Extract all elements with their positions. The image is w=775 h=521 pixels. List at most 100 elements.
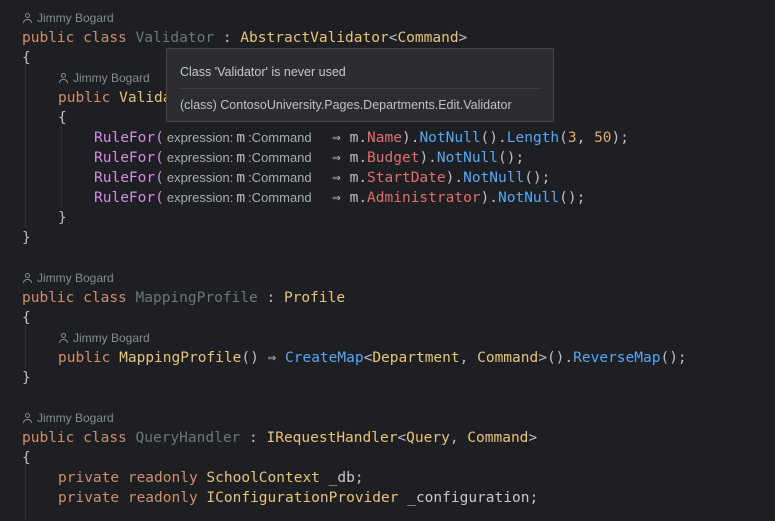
number: 3: [567, 130, 577, 146]
property[interactable]: StartDate: [367, 170, 446, 186]
code-editor[interactable]: Jimmy Bogard public class Validator : Ab…: [0, 0, 775, 521]
keyword: public: [22, 290, 75, 306]
codelens-author-name: Jimmy Bogard: [37, 11, 114, 25]
codelens-author[interactable]: Jimmy Bogard: [59, 329, 150, 347]
class-name-query-handler[interactable]: QueryHandler: [136, 430, 241, 446]
keyword: private: [58, 490, 120, 506]
keyword: public: [58, 350, 111, 366]
punct: ;: [354, 470, 364, 486]
method-call[interactable]: RuleFor(: [94, 150, 164, 166]
code-line: {: [22, 308, 31, 328]
method-call[interactable]: RuleFor(: [94, 190, 164, 206]
colon: :: [222, 30, 232, 46]
person-icon: [59, 73, 68, 83]
method[interactable]: NotNull: [437, 150, 498, 166]
keyword: private: [58, 470, 120, 486]
field-name[interactable]: _db: [329, 470, 355, 486]
type-ref[interactable]: Department: [372, 350, 459, 366]
punct: .: [358, 130, 368, 146]
codelens-author[interactable]: Jimmy Bogard: [23, 9, 114, 27]
brace: {: [22, 450, 31, 466]
brace: {: [22, 50, 31, 66]
type-ref[interactable]: Command: [397, 30, 458, 46]
lambda-arrow: ⇒: [267, 350, 277, 366]
punct: ).: [480, 190, 499, 206]
punct: (): [241, 350, 259, 366]
lambda-arrow: ⇒: [332, 130, 341, 146]
param: m: [236, 130, 246, 146]
method[interactable]: Length: [507, 130, 559, 146]
base-type[interactable]: IRequestHandler: [266, 430, 397, 446]
method[interactable]: CreateMap: [285, 350, 364, 366]
punct: ,: [449, 430, 468, 446]
person-icon: [59, 333, 68, 343]
code-line: public Valida: [58, 88, 172, 108]
codelens-author[interactable]: Jimmy Bogard: [59, 69, 150, 87]
inlay-hint-type: :Command: [248, 130, 312, 145]
keyword: class: [83, 290, 127, 306]
punct: >: [458, 30, 468, 46]
method[interactable]: NotNull: [498, 190, 559, 206]
type-ref[interactable]: Command: [477, 350, 538, 366]
codelens-author[interactable]: Jimmy Bogard: [23, 269, 114, 287]
punct: ,: [459, 350, 478, 366]
punct: ).: [445, 170, 464, 186]
punct: .: [358, 190, 368, 206]
code-line-rule: RuleFor(expression: m:Command ⇒ m.Name).N…: [94, 128, 629, 148]
brace: }: [22, 230, 31, 246]
code-line: public class QueryHandler : IRequestHand…: [22, 428, 537, 448]
code-line: public class MappingProfile : Profile: [22, 288, 345, 308]
code-line: public MappingProfile() ⇒ CreateMap<Depa…: [58, 348, 687, 368]
punct: ,: [576, 130, 595, 146]
codelens-author[interactable]: Jimmy Bogard: [23, 409, 114, 427]
base-type[interactable]: Profile: [284, 290, 345, 306]
tooltip-symbol-detail: (class) ContosoUniversity.Pages.Departme…: [180, 98, 512, 112]
punct: ;: [529, 490, 539, 506]
ctor-name[interactable]: Valida: [119, 90, 171, 106]
code-line: {: [22, 48, 31, 68]
brace: }: [58, 210, 67, 226]
person-icon: [23, 413, 32, 423]
person-icon: [23, 273, 32, 283]
codelens-author-name: Jimmy Bogard: [37, 411, 114, 425]
param: m: [236, 150, 246, 166]
class-name-mapping-profile[interactable]: MappingProfile: [136, 290, 258, 306]
keyword: public: [22, 30, 75, 46]
code-line: private readonly IConfigurationProvider …: [58, 488, 538, 508]
method[interactable]: NotNull: [419, 130, 480, 146]
property[interactable]: Name: [367, 130, 402, 146]
method-call[interactable]: RuleFor(: [94, 130, 164, 146]
codelens-author-name: Jimmy Bogard: [73, 331, 150, 345]
base-type[interactable]: AbstractValidator: [240, 30, 388, 46]
codelens-author-name: Jimmy Bogard: [37, 271, 114, 285]
method-call[interactable]: RuleFor(: [94, 170, 164, 186]
method[interactable]: NotNull: [463, 170, 524, 186]
punct: (: [559, 130, 568, 146]
type-ref[interactable]: SchoolContext: [206, 470, 320, 486]
type-ref[interactable]: Command: [467, 430, 528, 446]
punct: ();: [660, 350, 687, 366]
type-ref[interactable]: IConfigurationProvider: [206, 490, 398, 506]
class-name-validator[interactable]: Validator: [136, 30, 215, 46]
punct: ();: [559, 190, 586, 206]
brace: }: [22, 370, 31, 386]
lambda-arrow: ⇒: [332, 190, 341, 206]
punct: ();: [498, 150, 525, 166]
type-ref[interactable]: Query: [406, 430, 450, 446]
field-name[interactable]: _configuration: [407, 490, 529, 506]
ctor-name[interactable]: MappingProfile: [119, 350, 241, 366]
code-line: public class Validator : AbstractValidat…: [22, 28, 467, 48]
tooltip-warning-text: Class 'Validator' is never used: [180, 65, 346, 79]
inlay-hint: expression:: [166, 130, 234, 145]
property[interactable]: Administrator: [367, 190, 481, 206]
quick-info-tooltip: Class 'Validator' is never used (class) …: [166, 48, 554, 122]
punct: >: [528, 430, 538, 446]
method[interactable]: ReverseMap: [573, 350, 660, 366]
inlay-hint-type: :Command: [248, 150, 312, 165]
colon: :: [249, 430, 258, 446]
lambda-arrow: ⇒: [332, 170, 341, 186]
code-line: }: [58, 208, 67, 228]
property[interactable]: Budget: [367, 150, 419, 166]
punct: ().: [546, 350, 574, 366]
punct: .: [358, 170, 368, 186]
